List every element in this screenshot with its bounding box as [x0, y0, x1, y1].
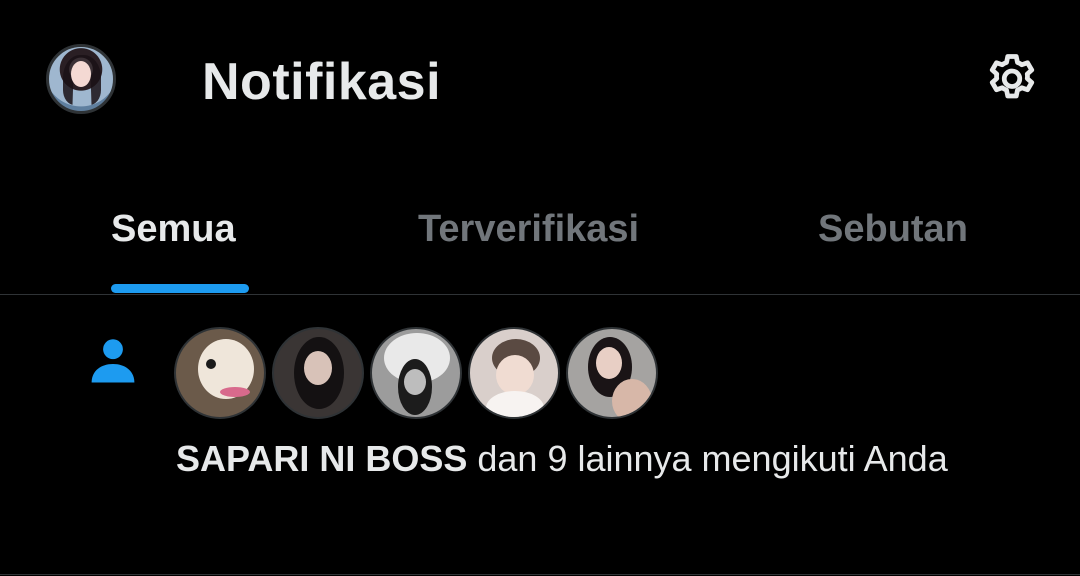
tab-semua[interactable]: Semua [111, 206, 236, 252]
page-title: Notifikasi [202, 53, 442, 111]
top-app-bar: Notifikasi [0, 0, 1080, 160]
notification-text: SAPARI NI BOSS dan 9 lainnya mengikuti A… [176, 433, 1016, 485]
notification-message: dan 9 lainnya mengikuti Anda [467, 438, 948, 479]
active-tab-indicator [111, 284, 249, 293]
follower-avatar[interactable] [370, 327, 462, 419]
avatar-face-shape [71, 61, 91, 87]
notification-tabs: Semua Terverifikasi Sebutan [0, 190, 1080, 295]
follower-avatar[interactable] [468, 327, 560, 419]
follow-notification[interactable]: SAPARI NI BOSS dan 9 lainnya mengikuti A… [0, 295, 1080, 576]
follower-avatar[interactable] [272, 327, 364, 419]
divider [0, 574, 1080, 575]
actor-name[interactable]: SAPARI NI BOSS [176, 438, 467, 479]
follower-avatar[interactable] [174, 327, 266, 419]
profile-avatar[interactable] [46, 44, 116, 114]
tab-sebutan[interactable]: Sebutan [818, 206, 968, 252]
person-icon [91, 339, 135, 383]
gear-icon[interactable] [982, 50, 1042, 110]
follower-avatar[interactable] [566, 327, 658, 419]
tab-terverifikasi[interactable]: Terverifikasi [418, 206, 639, 252]
